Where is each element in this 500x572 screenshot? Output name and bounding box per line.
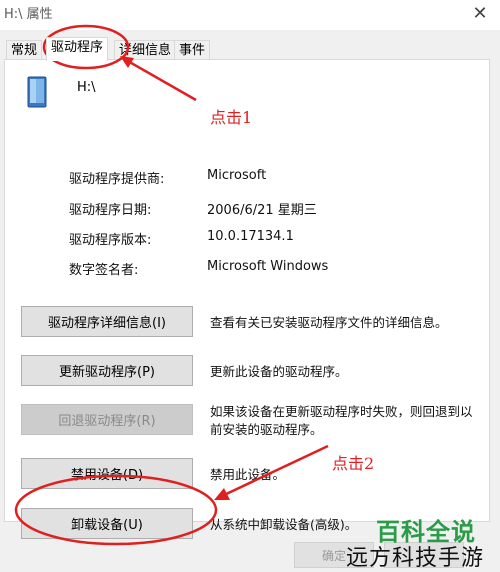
tab-details[interactable]: 详细信息 [114,40,177,60]
driver-tab-panel: H:\ 驱动程序提供商: Microsoft 驱动程序日期: 2006/6/21… [4,59,490,539]
version-value: 10.0.17134.1 [207,229,294,244]
watermark-subtitle: 远方科技手游 [346,546,485,571]
provider-label: 驱动程序提供商: [69,172,165,187]
close-icon[interactable]: ✕ [460,0,500,26]
date-value: 2006/6/21 星期三 [207,203,317,218]
tab-driver[interactable]: 驱动程序 [46,37,109,61]
tab-events[interactable]: 事件 [174,40,211,60]
update-driver-button[interactable]: 更新驱动程序(P) [21,355,193,386]
annotation-step-1: 点击1 [210,108,253,127]
version-label: 驱动程序版本: [69,233,152,248]
roll-back-driver-description: 如果该设备在更新驱动程序时失败，则回退到以前安装的驱动程序。 [210,404,473,437]
signer-label: 数字签名者: [69,263,139,278]
date-label: 驱动程序日期: [69,203,152,218]
window-title: H:\ 属性 [4,7,53,22]
driver-details-button[interactable]: 驱动程序详细信息(I) [21,306,193,337]
signer-value: Microsoft Windows [207,259,329,274]
title-bar: H:\ 属性 ✕ [0,0,500,30]
update-driver-description: 更新此设备的驱动程序。 [210,364,348,379]
tab-general[interactable]: 常规 [6,40,43,60]
roll-back-driver-button[interactable]: 回退驱动程序(R) [21,404,193,435]
drive-icon [27,76,47,108]
device-name: H:\ [77,80,96,95]
driver-details-description: 查看有关已安装驱动程序文件的详细信息。 [210,315,448,330]
provider-value: Microsoft [207,168,267,183]
disable-device-button[interactable]: 禁用设备(D) [21,458,193,489]
uninstall-device-button[interactable]: 卸载设备(U) [21,508,193,539]
annotation-step-2: 点击2 [332,454,375,473]
